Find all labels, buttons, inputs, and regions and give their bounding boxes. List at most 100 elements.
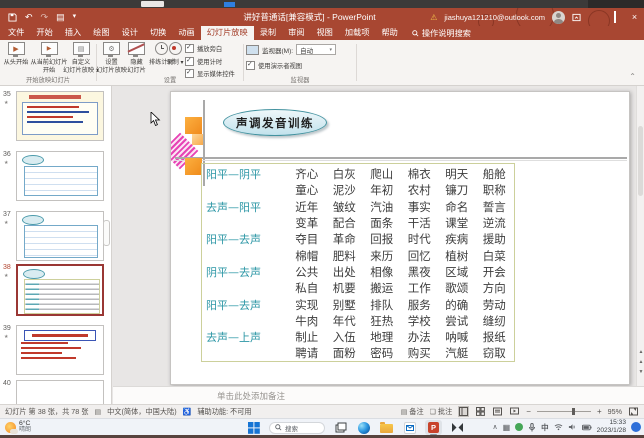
battery-icon[interactable] (582, 424, 592, 431)
group-label: 设置 (97, 75, 243, 84)
tab-insert[interactable]: 插入 (59, 26, 87, 40)
tab-record[interactable]: 录制 (254, 26, 282, 40)
previous-slide-icon[interactable]: ▲ (637, 358, 644, 366)
word-table[interactable]: 阳平—阴平 齐心 白灰 爬山 棉衣 明天 船舱 童心 泥沙 年初 农村 镰刀 职… (201, 163, 515, 362)
group-separator (356, 44, 357, 81)
tray-green-app-icon[interactable] (515, 423, 523, 431)
tab-addins[interactable]: 加载项 (339, 26, 376, 40)
wifi-icon[interactable] (554, 423, 563, 431)
start-button[interactable] (246, 420, 261, 435)
reading-view-button[interactable] (492, 406, 503, 417)
slide-counter: 幻灯片 第 38 张，共 78 张 (5, 407, 88, 417)
slide-title-oval[interactable]: 声调发音训练 (223, 109, 327, 136)
from-beginning-button[interactable]: ▶ 从头开始 (2, 42, 30, 67)
next-slide-icon[interactable]: ▼ (637, 368, 644, 376)
word-cell: 密码 (363, 345, 401, 361)
slide-scrollbar[interactable]: ▲ ▲ ▼ (636, 86, 644, 386)
presenter-view-checkbox[interactable]: 使用演示者视图 (246, 61, 302, 70)
monitor-icon (246, 45, 259, 55)
word-cell: 呐喊 (438, 329, 476, 345)
powerpoint-taskbar-icon-active[interactable]: P (425, 420, 442, 435)
tray-app-icon[interactable]: ▦ (503, 423, 511, 432)
hidden-icons-chevron[interactable]: ∧ (492, 423, 497, 431)
zoom-slider[interactable] (537, 411, 591, 412)
tab-review[interactable]: 审阅 (282, 26, 310, 40)
customize-qat-icon[interactable]: ▾ (73, 11, 77, 23)
slide-sorter-view-button[interactable] (475, 406, 486, 417)
hide-slide-button[interactable]: 隐藏 幻灯片 (125, 42, 148, 75)
mail-icon[interactable] (402, 420, 417, 435)
language-indicator[interactable]: 中文(简体，中国大陆) (107, 407, 176, 417)
ribbon-display-options-icon[interactable] (572, 13, 581, 22)
tab-file[interactable]: 文件 (2, 26, 30, 40)
normal-view-button[interactable] (458, 406, 469, 417)
play-narration-checkbox[interactable]: 播放旁白 (185, 44, 235, 53)
thumbnail-scrollbar[interactable] (103, 220, 110, 246)
word-cell: 援助 (476, 231, 514, 247)
scroll-up-icon[interactable]: ▲ (637, 348, 644, 356)
notification-badge[interactable] (631, 422, 641, 432)
tab-draw[interactable]: 绘图 (87, 26, 115, 40)
tell-me-search[interactable]: 操作说明搜索 (412, 26, 471, 40)
tab-home[interactable]: 开始 (30, 26, 58, 40)
restore-button[interactable] (608, 8, 621, 26)
comments-toggle[interactable]: ❏ 批注 (430, 407, 453, 417)
tab-animations[interactable]: 动画 (172, 26, 200, 40)
warning-icon[interactable]: ⚠ (430, 13, 437, 22)
media-player-icon[interactable] (450, 420, 465, 435)
fit-to-window-button[interactable] (628, 406, 639, 417)
zoom-in-button[interactable]: + (597, 407, 602, 416)
record-button[interactable]: 录制 ▾ (165, 42, 185, 67)
background-accent (224, 2, 235, 7)
accessibility-status[interactable]: 辅助功能: 不可用 (197, 407, 251, 417)
use-timings-checkbox[interactable]: 使用计时 (185, 57, 235, 66)
taskbar-search[interactable]: 搜索 (269, 422, 325, 434)
setup-slideshow-button[interactable]: ⚙ 设置 幻灯片放映 (98, 42, 125, 75)
zoom-slider-thumb[interactable] (572, 408, 575, 415)
custom-slideshow-button[interactable]: ▤ 自定义 幻灯片放映 ▾ (66, 42, 96, 75)
volume-icon[interactable] (568, 423, 577, 431)
tab-slideshow[interactable]: 幻灯片放映 (201, 26, 254, 40)
edge-browser-icon[interactable] (356, 420, 371, 435)
word-cell: 地理 (363, 329, 401, 345)
collapse-ribbon-icon[interactable]: ⌃ (629, 72, 636, 81)
word-cell: 牛肉 (288, 313, 326, 329)
minimize-button[interactable] (588, 8, 601, 26)
windows-taskbar: 6°C 晴朗 搜索 P (0, 418, 644, 435)
notes-toggle[interactable]: ▤ 备注 (401, 407, 424, 417)
tab-design[interactable]: 设计 (116, 26, 144, 40)
word-cell: 植树 (438, 248, 476, 264)
account-email[interactable]: jiashuya121210@outlook.com (444, 13, 545, 22)
scrollbar-thumb[interactable] (638, 126, 643, 196)
record-icon (169, 42, 182, 55)
close-button[interactable]: × (628, 8, 641, 26)
microphone-icon[interactable] (528, 423, 536, 432)
avatar[interactable] (552, 11, 565, 24)
spellcheck-icon[interactable]: ▤ (94, 408, 101, 416)
tab-view[interactable]: 视图 (310, 26, 338, 40)
slide-canvas[interactable]: 声调发音训练 阳平—阴平 齐心 白灰 爬山 棉衣 明天 船舱 童心 泥沙 年 (170, 91, 630, 385)
monitor-dropdown[interactable]: 自动 ▾ (296, 44, 336, 55)
file-explorer-icon[interactable] (379, 420, 394, 435)
animation-star-icon: ★ (4, 334, 8, 340)
thumbnail-preview (16, 380, 104, 404)
slideshow-view-button[interactable] (509, 406, 520, 417)
word-cell: 工作 (401, 280, 439, 296)
notes-pane[interactable]: 单击此处添加备注 (113, 386, 644, 404)
undo-icon[interactable]: ↶ (25, 11, 33, 23)
start-slideshow-icon[interactable]: ▤ (56, 11, 65, 23)
word-cell: 公共 (288, 264, 326, 280)
word-cell: 事实 (401, 199, 439, 215)
accessibility-icon: ♿ (183, 408, 192, 416)
word-cell: 尝试 (438, 313, 476, 329)
weather-widget[interactable]: 6°C 晴朗 (5, 420, 31, 434)
zoom-percentage[interactable]: 95% (608, 407, 622, 416)
tab-transitions[interactable]: 切换 (144, 26, 172, 40)
save-icon[interactable] (8, 13, 17, 22)
ime-indicator[interactable]: 中 (541, 422, 549, 433)
tab-help[interactable]: 帮助 (375, 26, 403, 40)
redo-icon[interactable]: ↷ (41, 11, 49, 23)
task-view-icon[interactable] (333, 420, 348, 435)
taskbar-clock[interactable]: 15:33 2023/1/28 (597, 419, 626, 434)
zoom-out-button[interactable]: − (526, 407, 531, 416)
